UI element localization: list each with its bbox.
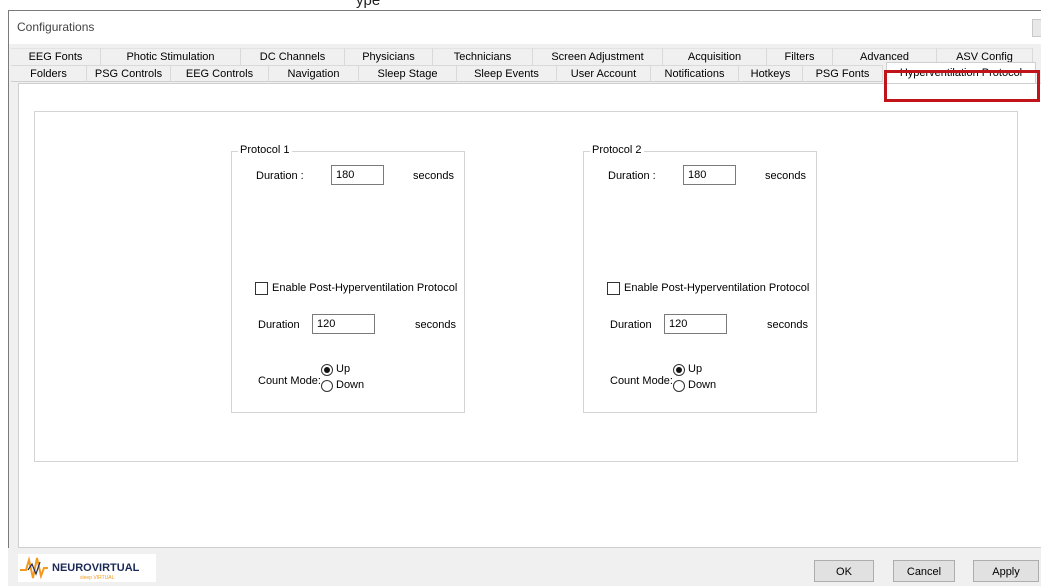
apply-button[interactable]: Apply xyxy=(973,560,1039,582)
protocol-1-count-mode-label: Count Mode: xyxy=(258,375,321,387)
tab-sleep-stage[interactable]: Sleep Stage xyxy=(359,65,457,82)
protocol-1-post-checkbox-label: Enable Post-Hyperventilation Protocol xyxy=(272,282,458,294)
hyperventilation-panel: Protocol 1 Duration : seconds Enable Pos… xyxy=(34,111,1018,462)
protocol-2-post-duration-unit: seconds xyxy=(767,319,808,331)
tab-dc-channels[interactable]: DC Channels xyxy=(241,48,345,65)
close-button[interactable] xyxy=(1032,19,1041,37)
protocol-2-radio-up[interactable] xyxy=(673,364,685,376)
protocol-1-radio-down[interactable] xyxy=(321,380,333,392)
logo-brand-text: NEUROVIRTUAL xyxy=(52,562,140,574)
protocol-1-duration-unit: seconds xyxy=(413,170,454,182)
protocol-1-post-duration-input[interactable] xyxy=(312,314,375,334)
tab-hotkeys[interactable]: Hotkeys xyxy=(739,65,803,82)
tab-content-panel: Protocol 1 Duration : seconds Enable Pos… xyxy=(18,83,1041,548)
parent-window-strip: ype xyxy=(0,0,1041,10)
protocol-1-group: Protocol 1 Duration : seconds Enable Pos… xyxy=(231,144,465,413)
tab-row-back: EEG Fonts Photic Stimulation DC Channels… xyxy=(11,48,1033,65)
protocol-2-group: Protocol 2 Duration : seconds Enable Pos… xyxy=(583,144,817,413)
cancel-button[interactable]: Cancel xyxy=(893,560,955,582)
protocol-1-title: Protocol 1 xyxy=(238,144,292,156)
protocol-2-duration-input[interactable] xyxy=(683,165,736,185)
tab-row-front: Folders PSG Controls EEG Controls Naviga… xyxy=(11,62,1036,83)
tab-filters[interactable]: Filters xyxy=(767,48,833,65)
protocol-1-radio-down-label: Down xyxy=(336,379,365,391)
tab-photic-stimulation[interactable]: Photic Stimulation xyxy=(101,48,241,65)
protocol-2-count-mode-label: Count Mode: xyxy=(610,375,673,387)
dialog-titlebar: Configurations xyxy=(9,11,1041,44)
protocol-2-post-checkbox-label: Enable Post-Hyperventilation Protocol xyxy=(624,282,810,294)
tab-hyperventilation-protocol[interactable]: Hyperventilation Protocol xyxy=(886,62,1036,83)
tab-physicians[interactable]: Physicians xyxy=(345,48,433,65)
protocol-2-duration-unit: seconds xyxy=(765,170,806,182)
logo-tagline-text: sleep VIRTUAL xyxy=(80,575,115,581)
protocol-2-radio-down[interactable] xyxy=(673,380,685,392)
dialog-title: Configurations xyxy=(17,20,95,34)
tab-folders[interactable]: Folders xyxy=(11,65,87,82)
protocol-1-post-checkbox[interactable] xyxy=(255,282,268,295)
protocol-2-post-duration-label: Duration xyxy=(610,319,652,331)
protocol-2-title: Protocol 2 xyxy=(590,144,644,156)
tab-user-account[interactable]: User Account xyxy=(557,65,651,82)
protocol-1-radio-up-label: Up xyxy=(336,363,351,375)
protocol-1-radio-up[interactable] xyxy=(321,364,333,376)
protocol-2-duration-label: Duration : xyxy=(608,170,656,182)
protocol-1-post-duration-unit: seconds xyxy=(415,319,456,331)
tab-screen-adjustment[interactable]: Screen Adjustment xyxy=(533,48,663,65)
neurovirtual-wave-icon: NEUROVIRTUAL sleep VIRTUAL xyxy=(18,554,156,582)
parent-window-title-fragment: ype xyxy=(356,0,381,9)
protocol-1-duration-input[interactable] xyxy=(331,165,384,185)
tab-notifications[interactable]: Notifications xyxy=(651,65,739,82)
protocol-2-radio-down-label: Down xyxy=(688,379,717,391)
protocol-2-radio-up-label: Up xyxy=(688,363,703,375)
tab-psg-controls[interactable]: PSG Controls xyxy=(87,65,171,82)
tab-acquisition[interactable]: Acquisition xyxy=(663,48,767,65)
tab-psg-fonts[interactable]: PSG Fonts xyxy=(803,65,883,82)
tab-eeg-fonts[interactable]: EEG Fonts xyxy=(11,48,101,65)
protocol-2-post-duration-input[interactable] xyxy=(664,314,727,334)
tab-sleep-events[interactable]: Sleep Events xyxy=(457,65,557,82)
ok-button[interactable]: OK xyxy=(814,560,874,582)
tab-navigation[interactable]: Navigation xyxy=(269,65,359,82)
neurovirtual-logo: NEUROVIRTUAL sleep VIRTUAL xyxy=(18,554,156,582)
tab-eeg-controls[interactable]: EEG Controls xyxy=(171,65,269,82)
tab-technicians[interactable]: Technicians xyxy=(433,48,533,65)
protocol-1-post-duration-label: Duration xyxy=(258,319,300,331)
dialog-bottom-bar: NEUROVIRTUAL sleep VIRTUAL xyxy=(8,548,1041,586)
protocol-1-duration-label: Duration : xyxy=(256,170,304,182)
protocol-2-post-checkbox[interactable] xyxy=(607,282,620,295)
